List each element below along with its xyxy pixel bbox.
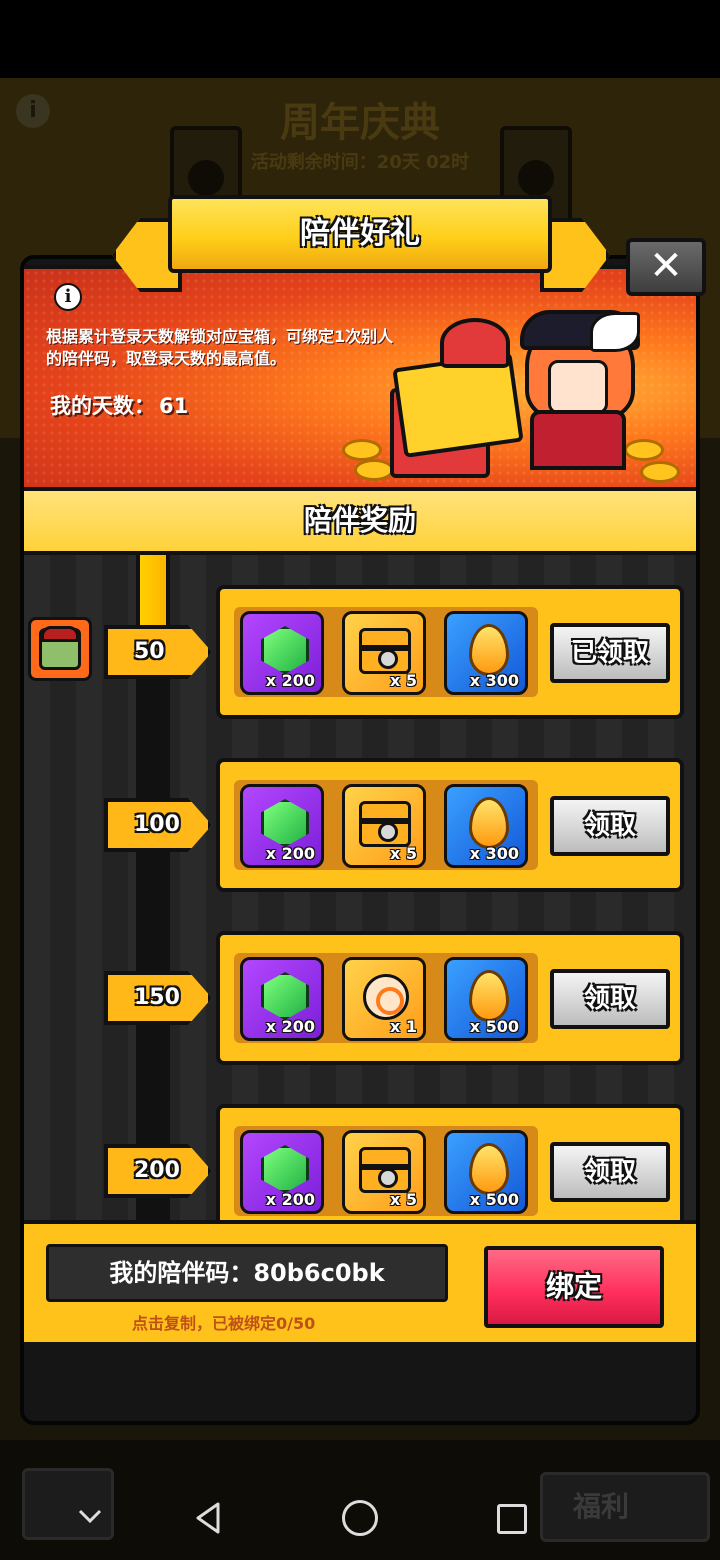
day-threshold-tag: 200 <box>104 1144 212 1198</box>
reward-item[interactable]: x 200 <box>240 784 324 868</box>
gold-drop-icon <box>469 624 509 676</box>
reward-item[interactable]: x 200 <box>240 611 324 695</box>
treasure-chest-icon <box>359 628 411 674</box>
item-quantity: x 300 <box>469 844 519 863</box>
emerald-gem-icon <box>261 626 309 674</box>
coin-icon <box>342 439 382 461</box>
item-quantity: x 5 <box>389 844 417 863</box>
item-quantity: x 200 <box>265 671 315 690</box>
my-days-label: 我的天数： <box>50 394 155 418</box>
reward-tier: x 200 x 5 x 300 已领取 50 <box>24 585 696 719</box>
reward-item[interactable]: x 5 <box>342 611 426 695</box>
item-quantity: x 5 <box>389 1190 417 1209</box>
treasure-chest-icon <box>359 801 411 847</box>
reward-item[interactable]: x 200 <box>240 1130 324 1214</box>
reward-items: x 200 x 1 x 500 <box>234 953 538 1043</box>
item-quantity: x 200 <box>265 844 315 863</box>
reward-items: x 200 x 5 x 300 <box>234 780 538 870</box>
coin-icon <box>624 439 664 461</box>
claim-button[interactable]: 领取 <box>550 796 670 856</box>
back-triangle-icon[interactable] <box>190 1500 226 1536</box>
item-quantity: x 500 <box>469 1190 519 1209</box>
my-days-value: 61 <box>159 394 189 418</box>
item-quantity: x 500 <box>469 1017 519 1036</box>
reward-tier: x 200 x 5 x 300 领取 100 <box>24 758 696 892</box>
emerald-gem-icon <box>261 972 309 1020</box>
my-days: 我的天数： 61 <box>46 390 188 420</box>
reward-card: x 200 x 5 x 300 已领取 <box>216 585 684 719</box>
hero-character-face <box>548 360 608 414</box>
potion-icon <box>363 974 409 1020</box>
hero-character-body <box>530 410 626 470</box>
day-threshold-tag: 100 <box>104 798 212 852</box>
background-remaining-time: 活动剩余时间：20天 02时 <box>250 152 470 173</box>
home-circle-icon[interactable] <box>342 1500 378 1536</box>
reward-items: x 200 x 5 x 500 <box>234 1126 538 1216</box>
reward-item[interactable]: x 5 <box>342 1130 426 1214</box>
reward-item[interactable]: x 1 <box>342 957 426 1041</box>
day-threshold-tag: 150 <box>104 971 212 1025</box>
emerald-gem-icon <box>261 799 309 847</box>
emerald-gem-icon <box>261 1145 309 1193</box>
close-button[interactable]: ✕ <box>626 238 706 296</box>
gold-drop-icon <box>469 970 509 1022</box>
gift-bow-icon <box>440 318 510 368</box>
reward-card: x 200 x 5 x 300 领取 <box>216 758 684 892</box>
system-navigation-bar <box>0 1480 720 1560</box>
reward-card: x 200 x 1 x 500 领取 <box>216 931 684 1065</box>
modal-title: 陪伴好礼 <box>168 195 552 273</box>
copy-hint: 点击复制，已被绑定0/50 <box>132 1314 316 1333</box>
reward-list[interactable]: x 200 x 5 x 300 已领取 50 x 200 x 5 x 300 领… <box>24 555 696 1220</box>
reward-item[interactable]: x 5 <box>342 784 426 868</box>
item-quantity: x 200 <box>265 1190 315 1209</box>
hero-character-plume <box>590 312 640 352</box>
rules-description: 根据累计登录天数解锁对应宝箱，可绑定1次别人的陪伴码，取登录天数的最高值。 <box>46 327 394 368</box>
recent-apps-icon[interactable] <box>497 1504 527 1534</box>
companion-code-box[interactable]: 我的陪伴码：80b6c0bk <box>46 1244 448 1302</box>
reward-tier: x 200 x 5 x 500 领取 200 <box>24 1104 696 1220</box>
rewards-section-title: 陪伴奖励 <box>24 487 696 555</box>
claimed-button[interactable]: 已领取 <box>550 623 670 683</box>
claim-button[interactable]: 领取 <box>550 969 670 1029</box>
day-threshold-tag: 50 <box>104 625 212 679</box>
claim-button[interactable]: 领取 <box>550 1142 670 1202</box>
reward-item[interactable]: x 500 <box>444 1130 528 1214</box>
reward-items: x 200 x 5 x 300 <box>234 607 538 697</box>
item-quantity: x 5 <box>389 671 417 690</box>
reward-tier: x 200 x 1 x 500 领取 150 <box>24 931 696 1065</box>
background-event-title: 周年庆典 <box>280 100 440 146</box>
reward-card: x 200 x 5 x 500 领取 <box>216 1104 684 1220</box>
reward-item[interactable]: x 200 <box>240 957 324 1041</box>
treasure-chest-icon <box>359 1147 411 1193</box>
coin-icon <box>354 459 394 481</box>
item-quantity: x 1 <box>389 1017 417 1036</box>
item-quantity: x 300 <box>469 671 519 690</box>
bind-button[interactable]: 绑定 <box>484 1246 664 1328</box>
reward-item[interactable]: x 300 <box>444 611 528 695</box>
item-quantity: x 200 <box>265 1017 315 1036</box>
companion-code-section: 我的陪伴码：80b6c0bk 点击复制，已被绑定0/50 绑定 <box>24 1220 696 1342</box>
reward-item[interactable]: x 500 <box>444 957 528 1041</box>
reward-item[interactable]: x 300 <box>444 784 528 868</box>
gold-drop-icon <box>469 1143 509 1195</box>
rules-info-icon[interactable]: i <box>54 283 82 311</box>
chevron-down-icon[interactable] <box>76 1502 104 1530</box>
coin-icon <box>640 461 680 483</box>
gold-drop-icon <box>469 797 509 849</box>
